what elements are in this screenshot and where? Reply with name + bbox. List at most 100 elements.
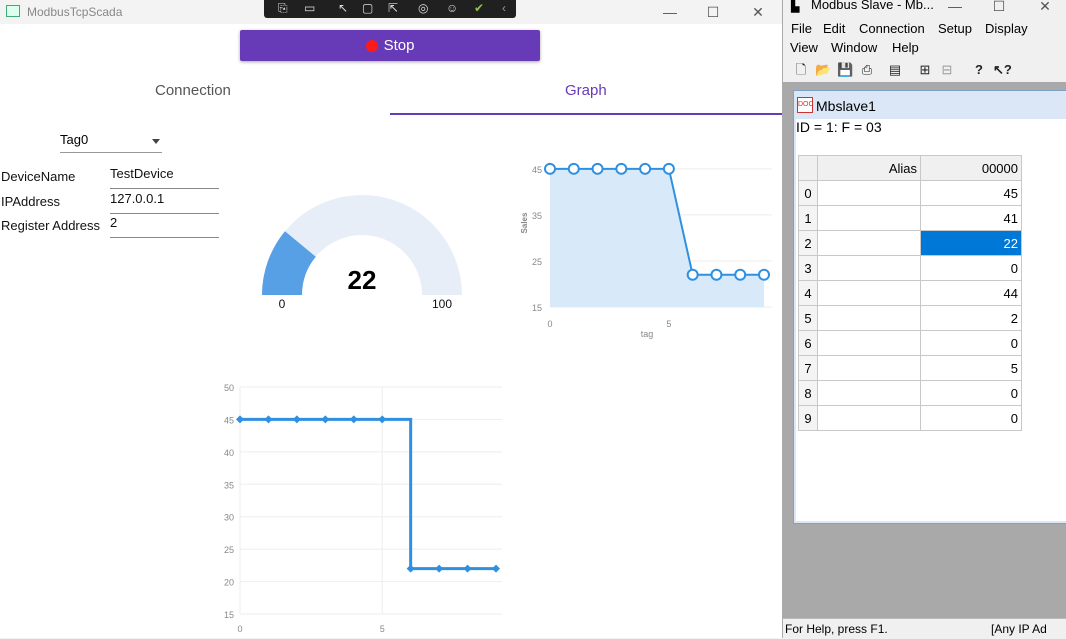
menu-connection[interactable]: Connection [859, 21, 925, 36]
row-header[interactable]: 5 [798, 305, 818, 331]
register-value-cell[interactable]: 41 [920, 205, 1022, 231]
alias-cell[interactable] [817, 330, 921, 356]
y-tick-label: 40 [224, 448, 234, 458]
mbslave-child-window: DOC Mbslave1 ID = 1: F = 03 Alias 00000 … [793, 90, 1066, 524]
close-button[interactable]: ✕ [738, 2, 778, 22]
alias-cell[interactable] [817, 280, 921, 306]
row-header[interactable]: 7 [798, 355, 818, 381]
register-address-field[interactable]: 2 [110, 215, 219, 238]
device-name-field[interactable]: TestDevice [110, 166, 219, 189]
save-icon[interactable]: 💾 [837, 62, 853, 78]
table-row[interactable]: 60 [798, 330, 1022, 356]
modbus-close-button[interactable]: ✕ [1025, 0, 1065, 16]
tag-dropdown[interactable]: Tag0 [60, 132, 162, 153]
alias-cell[interactable] [817, 405, 921, 431]
register-value-cell[interactable]: 0 [920, 255, 1022, 281]
x-tick-label: 5 [666, 319, 671, 329]
table-row[interactable]: 52 [798, 305, 1022, 331]
row-header[interactable]: 2 [798, 230, 818, 256]
data-point [639, 162, 652, 175]
alias-cell[interactable] [817, 205, 921, 231]
tab-graph[interactable]: Graph [565, 82, 607, 99]
maximize-button[interactable]: ☐ [693, 2, 733, 22]
mdi-area: DOC Mbslave1 ID = 1: F = 03 Alias 00000 … [783, 82, 1066, 618]
connect-icon[interactable]: ⊞ [917, 62, 933, 78]
register-value-cell[interactable]: 5 [920, 355, 1022, 381]
register-value-cell[interactable]: 2 [920, 305, 1022, 331]
row-header[interactable]: 4 [798, 280, 818, 306]
menu-view[interactable]: View [790, 40, 818, 55]
menu-help[interactable]: Help [892, 40, 919, 55]
collapse-icon[interactable]: ‹ [502, 1, 506, 15]
window-select-icon[interactable]: ▢ [362, 1, 373, 15]
menu-file[interactable]: File [791, 21, 812, 36]
register-value-cell[interactable]: 45 [920, 180, 1022, 206]
y-tick-label: 45 [224, 415, 234, 425]
pointer-icon[interactable]: ↖ [338, 1, 348, 15]
row-header[interactable]: 8 [798, 380, 818, 406]
alias-cell[interactable] [817, 355, 921, 381]
ip-address-label: IPAddress [1, 194, 61, 209]
open-icon[interactable]: 📂 [815, 62, 831, 78]
menu-edit[interactable]: Edit [823, 21, 845, 36]
stop-button[interactable]: Stop [240, 30, 540, 61]
data-point [686, 268, 699, 281]
menu-setup[interactable]: Setup [938, 21, 972, 36]
new-icon[interactable]: 🗋 [793, 62, 809, 78]
row-header[interactable]: 3 [798, 255, 818, 281]
capture-icon[interactable]: ⎘ [278, 1, 288, 16]
column-header-address[interactable]: 00000 [920, 155, 1022, 181]
row-header[interactable]: 9 [798, 405, 818, 431]
register-value-cell[interactable]: 0 [920, 405, 1022, 431]
x-tick-label: 0 [237, 624, 242, 634]
table-row[interactable]: 90 [798, 405, 1022, 431]
disconnect-icon[interactable]: ⊟ [939, 62, 955, 78]
device-name-label: DeviceName [1, 169, 76, 184]
check-icon[interactable]: ✔ [474, 1, 484, 15]
register-value-cell[interactable]: 44 [920, 280, 1022, 306]
y-tick-label: 35 [532, 211, 542, 221]
column-header-alias[interactable]: Alias [817, 155, 921, 181]
alias-cell[interactable] [817, 305, 921, 331]
window-icon[interactable]: ▤ [887, 62, 903, 78]
register-value-cell[interactable]: 22 [920, 230, 1022, 256]
data-point [710, 268, 723, 281]
status-bar: For Help, press F1. [Any IP Ad [783, 618, 1066, 639]
register-value-cell[interactable]: 0 [920, 380, 1022, 406]
modbus-maximize-button[interactable]: ☐ [979, 0, 1019, 16]
table-row[interactable]: 0 45 [798, 180, 1022, 206]
region-pointer-icon[interactable]: ⇱ [388, 1, 398, 15]
context-help-icon[interactable]: ↖? [993, 62, 1012, 78]
modbus-minimize-button[interactable]: — [935, 0, 975, 16]
register-value-cell[interactable]: 0 [920, 330, 1022, 356]
table-row[interactable]: 4 44 [798, 280, 1022, 306]
broadcast-icon[interactable]: ◎ [418, 1, 428, 15]
help-icon[interactable]: ? [971, 62, 987, 78]
ip-address-field[interactable]: 127.0.0.1 [110, 191, 219, 214]
accessibility-icon[interactable]: ☺ [446, 1, 458, 15]
data-point [435, 564, 444, 573]
row-header[interactable]: 6 [798, 330, 818, 356]
alias-cell[interactable] [817, 380, 921, 406]
row-header[interactable]: 1 [798, 205, 818, 231]
table-row[interactable]: 30 [798, 255, 1022, 281]
menu-window[interactable]: Window [831, 40, 877, 55]
modbus-window-title: Modbus Slave - Mb... [811, 0, 934, 12]
alias-cell[interactable] [817, 180, 921, 206]
tab-connection[interactable]: Connection [155, 82, 231, 99]
app-icon [6, 5, 20, 17]
minimize-button[interactable]: — [650, 2, 690, 22]
data-point [544, 162, 556, 175]
table-row[interactable]: 80 [798, 380, 1022, 406]
row-header[interactable]: 0 [798, 180, 818, 206]
chevron-down-icon [152, 139, 160, 144]
table-row[interactable]: 1 41 [798, 205, 1022, 231]
print-icon[interactable]: ⎙ [859, 62, 875, 78]
alias-cell[interactable] [817, 230, 921, 256]
table-row[interactable]: 75 [798, 355, 1022, 381]
video-icon[interactable]: ▭ [304, 1, 315, 15]
alias-cell[interactable] [817, 255, 921, 281]
menu-display[interactable]: Display [985, 21, 1028, 36]
table-row[interactable]: 2 22 [798, 230, 1022, 256]
y-tick-label: 50 [224, 383, 234, 393]
